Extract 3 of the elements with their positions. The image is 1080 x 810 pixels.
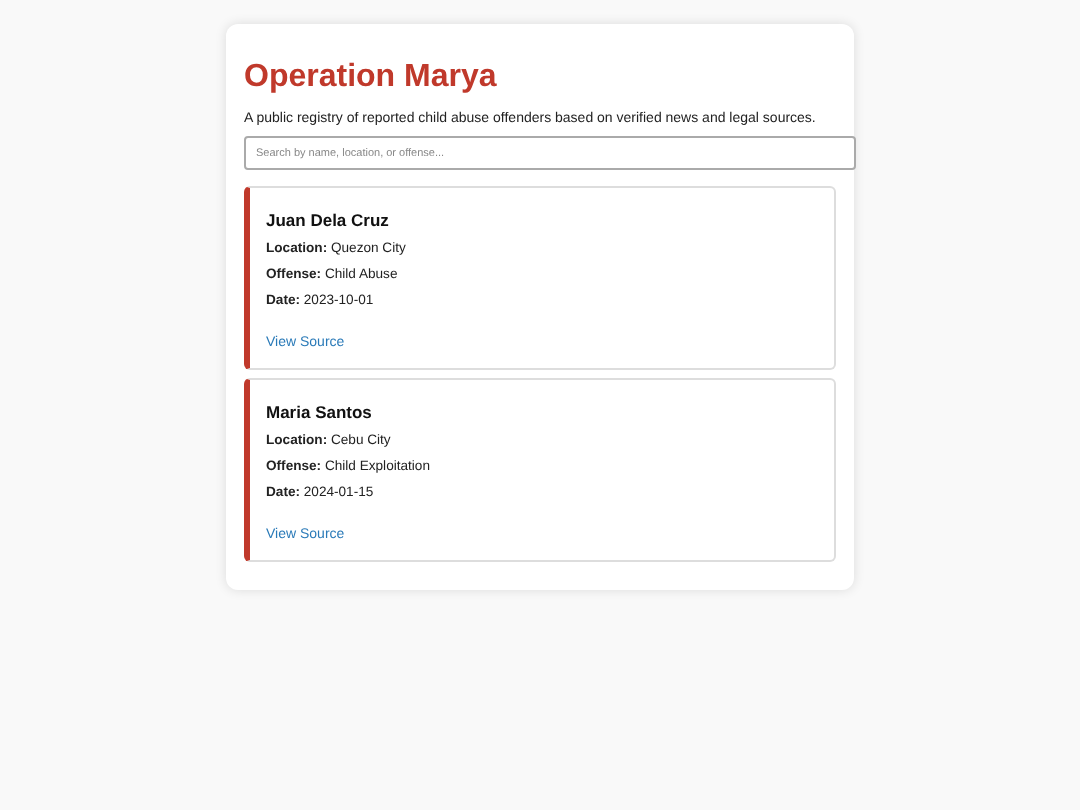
entry-name: Maria Santos: [266, 402, 374, 422]
entry-name: Juan Dela Cruz: [266, 210, 391, 230]
page-title: Operation Marya: [244, 60, 499, 96]
